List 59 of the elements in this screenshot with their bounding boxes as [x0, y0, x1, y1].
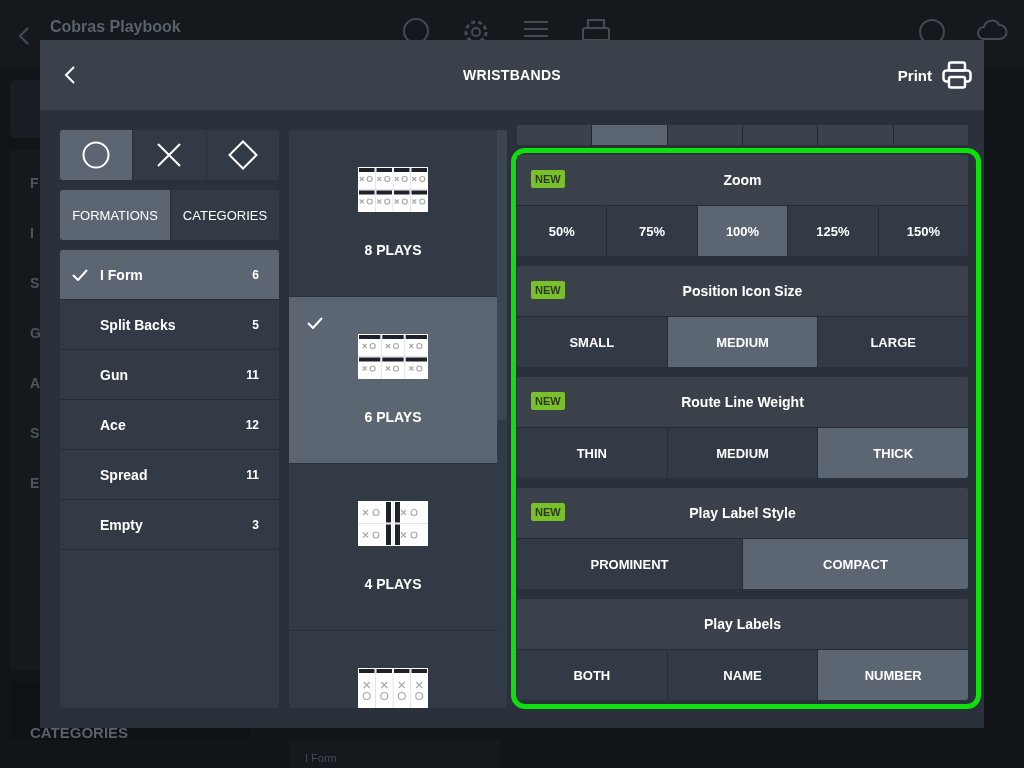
wristband-icon [358, 668, 428, 708]
dialog-title: WRISTBANDS [463, 67, 561, 83]
list-tab[interactable]: FORMATIONS [60, 190, 170, 240]
formation-item[interactable]: Empty 3 [60, 500, 279, 550]
scrollbar-thumb[interactable] [497, 130, 507, 420]
setting-title: Play Labels [703, 616, 781, 632]
list-icon[interactable] [522, 18, 549, 40]
play-count: 5 [252, 317, 259, 332]
wristband-icon [358, 167, 428, 212]
formation-item[interactable]: Spread 11 [60, 450, 279, 500]
new-badge: NEW [531, 170, 565, 188]
formation-name: Gun [100, 366, 129, 383]
cross-icon [157, 143, 182, 167]
wristband-icon [358, 501, 428, 546]
option-segment[interactable] [742, 125, 818, 145]
print-button[interactable]: Print [897, 61, 972, 89]
layout-label: 8 PLAYS [364, 242, 422, 258]
cloud-icon[interactable] [976, 18, 1008, 40]
circle-icon [82, 141, 111, 169]
option-button[interactable]: COMPACT [742, 539, 968, 589]
option-button[interactable]: NUMBER [817, 650, 968, 700]
new-badge: NEW [531, 392, 565, 410]
layout-label: 6 PLAYS [364, 409, 422, 425]
play-count: 11 [246, 367, 259, 382]
formation-name: Empty [100, 516, 144, 533]
option-button[interactable]: THICK [817, 428, 968, 478]
printer-icon[interactable] [581, 18, 610, 40]
option-button[interactable]: MEDIUM [666, 317, 818, 367]
formation-name: Ace [100, 416, 127, 433]
formation-item[interactable]: Ace 12 [60, 400, 279, 450]
section-heading: CATEGORIES [30, 724, 129, 741]
layout-option[interactable]: 4 PLAYS [289, 464, 497, 631]
formation-name: I Form [100, 266, 144, 283]
new-badge: NEW [531, 281, 565, 299]
setting-title: Play Label Style [689, 505, 796, 521]
play-count: 12 [245, 417, 259, 432]
setting-title: Position Icon Size [682, 283, 803, 299]
play-count: 3 [252, 517, 259, 532]
new-badge: NEW [531, 503, 565, 521]
formation-name: Split Backs [100, 316, 177, 333]
formation-item[interactable]: Split Backs 5 [60, 300, 279, 350]
layout-option[interactable]: 8 PLAYS [289, 130, 497, 297]
play-count: 6 [252, 267, 259, 282]
diamond-icon [227, 140, 258, 170]
printer-icon [942, 61, 972, 89]
check-icon [307, 317, 323, 329]
formation-name: Spread [100, 466, 149, 483]
setting-title: Zoom [723, 172, 762, 188]
shape-tab[interactable] [60, 130, 133, 180]
setting-title: Route Line Weight [681, 394, 804, 410]
play-count: 11 [246, 467, 259, 482]
app-title: Cobras Playbook [50, 18, 181, 36]
check-icon [72, 268, 88, 281]
wristband-icon [358, 334, 428, 379]
option-button[interactable]: 100% [696, 206, 788, 256]
formation-item[interactable]: Gun 11 [60, 350, 279, 400]
layout-option[interactable]: 6 PLAYS [289, 297, 497, 464]
formation-item[interactable]: I Form 6 [60, 250, 279, 300]
layout-label: 4 PLAYS [364, 576, 422, 592]
